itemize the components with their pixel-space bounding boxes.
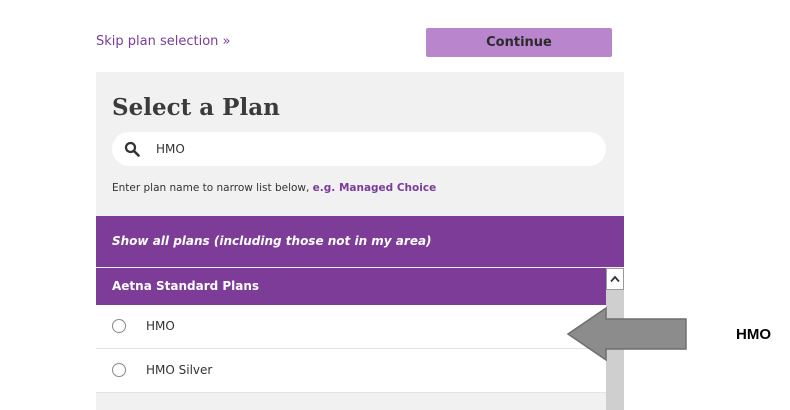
show-all-plans-link[interactable]: Show all plans (including those not in m… bbox=[96, 216, 624, 267]
panel-title: Select a Plan bbox=[112, 94, 280, 121]
radio-button[interactable] bbox=[112, 363, 126, 377]
search-hint: Enter plan name to narrow list below, e.… bbox=[112, 182, 436, 194]
skip-plan-selection-link[interactable]: Skip plan selection » bbox=[96, 34, 231, 49]
search-icon bbox=[124, 141, 140, 157]
continue-button[interactable]: Continue bbox=[426, 28, 612, 57]
hint-example: e.g. Managed Choice bbox=[312, 182, 437, 194]
plan-search-input[interactable]: HMO bbox=[112, 132, 606, 166]
hint-text: Enter plan name to narrow list below, bbox=[112, 182, 313, 194]
annotation-label: HMO bbox=[736, 326, 771, 343]
pointer-arrow-icon bbox=[566, 306, 687, 362]
plan-label: HMO Silver bbox=[146, 363, 213, 377]
chevron-up-icon bbox=[610, 275, 620, 283]
plan-label: HMO bbox=[146, 319, 175, 333]
plan-selection-panel: Select a Plan HMO Enter plan name to nar… bbox=[96, 72, 624, 410]
plan-group-header: Aetna Standard Plans bbox=[96, 268, 606, 305]
plan-option-hmo-silver[interactable]: HMO Silver bbox=[96, 349, 606, 393]
radio-button[interactable] bbox=[112, 319, 126, 333]
plan-option-hmo[interactable]: HMO bbox=[96, 305, 606, 349]
search-value: HMO bbox=[156, 142, 185, 156]
scroll-up-button[interactable] bbox=[606, 268, 624, 290]
